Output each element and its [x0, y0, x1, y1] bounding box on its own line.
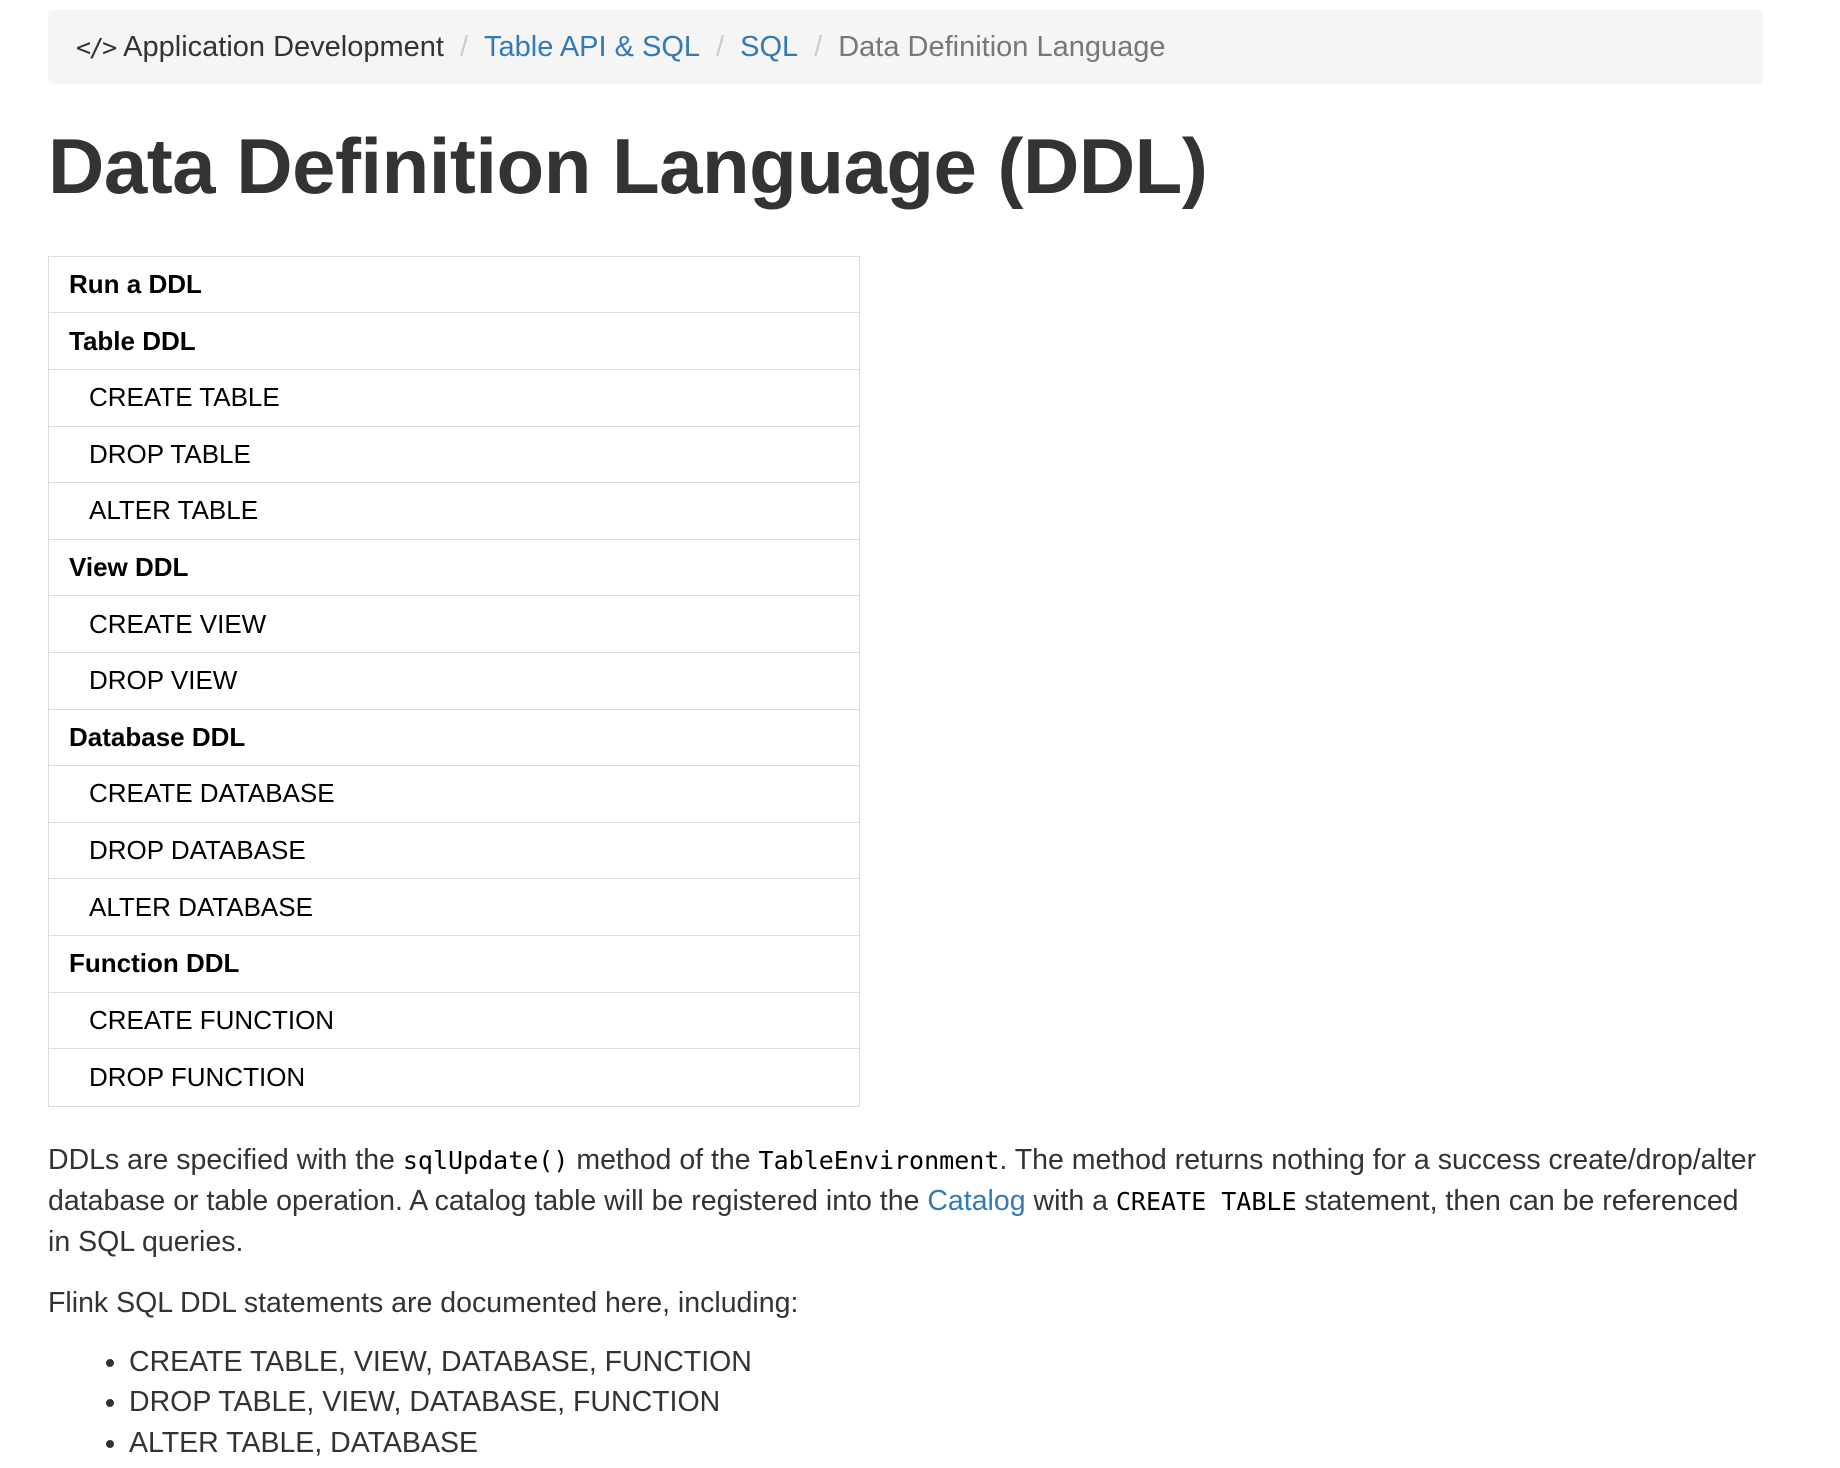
breadcrumb-link-table-api-sql[interactable]: Table API & SQL [484, 31, 700, 64]
toc-item-create-table[interactable]: CREATE TABLE [49, 370, 859, 427]
statements-intro: Flink SQL DDL statements are documented … [48, 1286, 799, 1319]
list-item: DROP TABLE, VIEW, DATABASE, FUNCTION [129, 1382, 1792, 1423]
breadcrumb-separator: / [459, 30, 469, 63]
toc-item-table-ddl[interactable]: Table DDL [49, 313, 859, 370]
code-icon: </> [76, 32, 117, 62]
toc-item-create-database[interactable]: CREATE DATABASE [49, 766, 859, 823]
toc-item-alter-database[interactable]: ALTER DATABASE [49, 879, 859, 936]
statements-list: CREATE TABLE, VIEW, DATABASE, FUNCTION D… [48, 1342, 1792, 1464]
breadcrumb-separator: / [814, 30, 823, 63]
toc-item-create-function[interactable]: CREATE FUNCTION [49, 993, 859, 1050]
catalog-link[interactable]: Catalog [927, 1185, 1025, 1217]
page: </> Application Development / Table API … [0, 0, 1792, 1463]
inline-code-create-table: CREATE TABLE [1115, 1186, 1297, 1216]
toc-item-view-ddl[interactable]: View DDL [49, 540, 859, 597]
toc-item-drop-database[interactable]: DROP DATABASE [49, 823, 859, 880]
inline-code-tableenvironment: TableEnvironment [758, 1145, 1000, 1175]
breadcrumb-separator: / [716, 30, 725, 63]
toc-item-create-view[interactable]: CREATE VIEW [49, 596, 859, 653]
page-title: Data Definition Language (DDL) [48, 122, 1208, 210]
breadcrumb: </> Application Development / Table API … [48, 10, 1763, 84]
toc-item-database-ddl[interactable]: Database DDL [49, 710, 859, 767]
toc-item-run-a-ddl[interactable]: Run a DDL [49, 257, 859, 314]
breadcrumb-root: Application Development [123, 30, 444, 63]
list-item: CREATE TABLE, VIEW, DATABASE, FUNCTION [129, 1342, 1792, 1383]
list-item: ALTER TABLE, DATABASE [129, 1423, 1792, 1464]
toc-item-drop-view[interactable]: DROP VIEW [49, 653, 859, 710]
toc-item-alter-table[interactable]: ALTER TABLE [49, 483, 859, 540]
breadcrumb-current: Data Definition Language [838, 30, 1166, 63]
intro-paragraph: DDLs are specified with the sqlUpdate() … [48, 1140, 1768, 1263]
toc-item-drop-table[interactable]: DROP TABLE [49, 427, 859, 484]
intro-text: with a [1025, 1184, 1116, 1217]
intro-text: DDLs are specified with the [48, 1143, 403, 1176]
toc-item-drop-function[interactable]: DROP FUNCTION [49, 1049, 859, 1106]
toc-item-function-ddl[interactable]: Function DDL [49, 936, 859, 993]
breadcrumb-link-sql[interactable]: SQL [740, 31, 798, 64]
inline-code-sqlupdate: sqlUpdate() [402, 1145, 569, 1175]
intro-text: method of the [568, 1143, 759, 1176]
table-of-contents: Run a DDL Table DDL CREATE TABLE DROP TA… [48, 255, 860, 1107]
